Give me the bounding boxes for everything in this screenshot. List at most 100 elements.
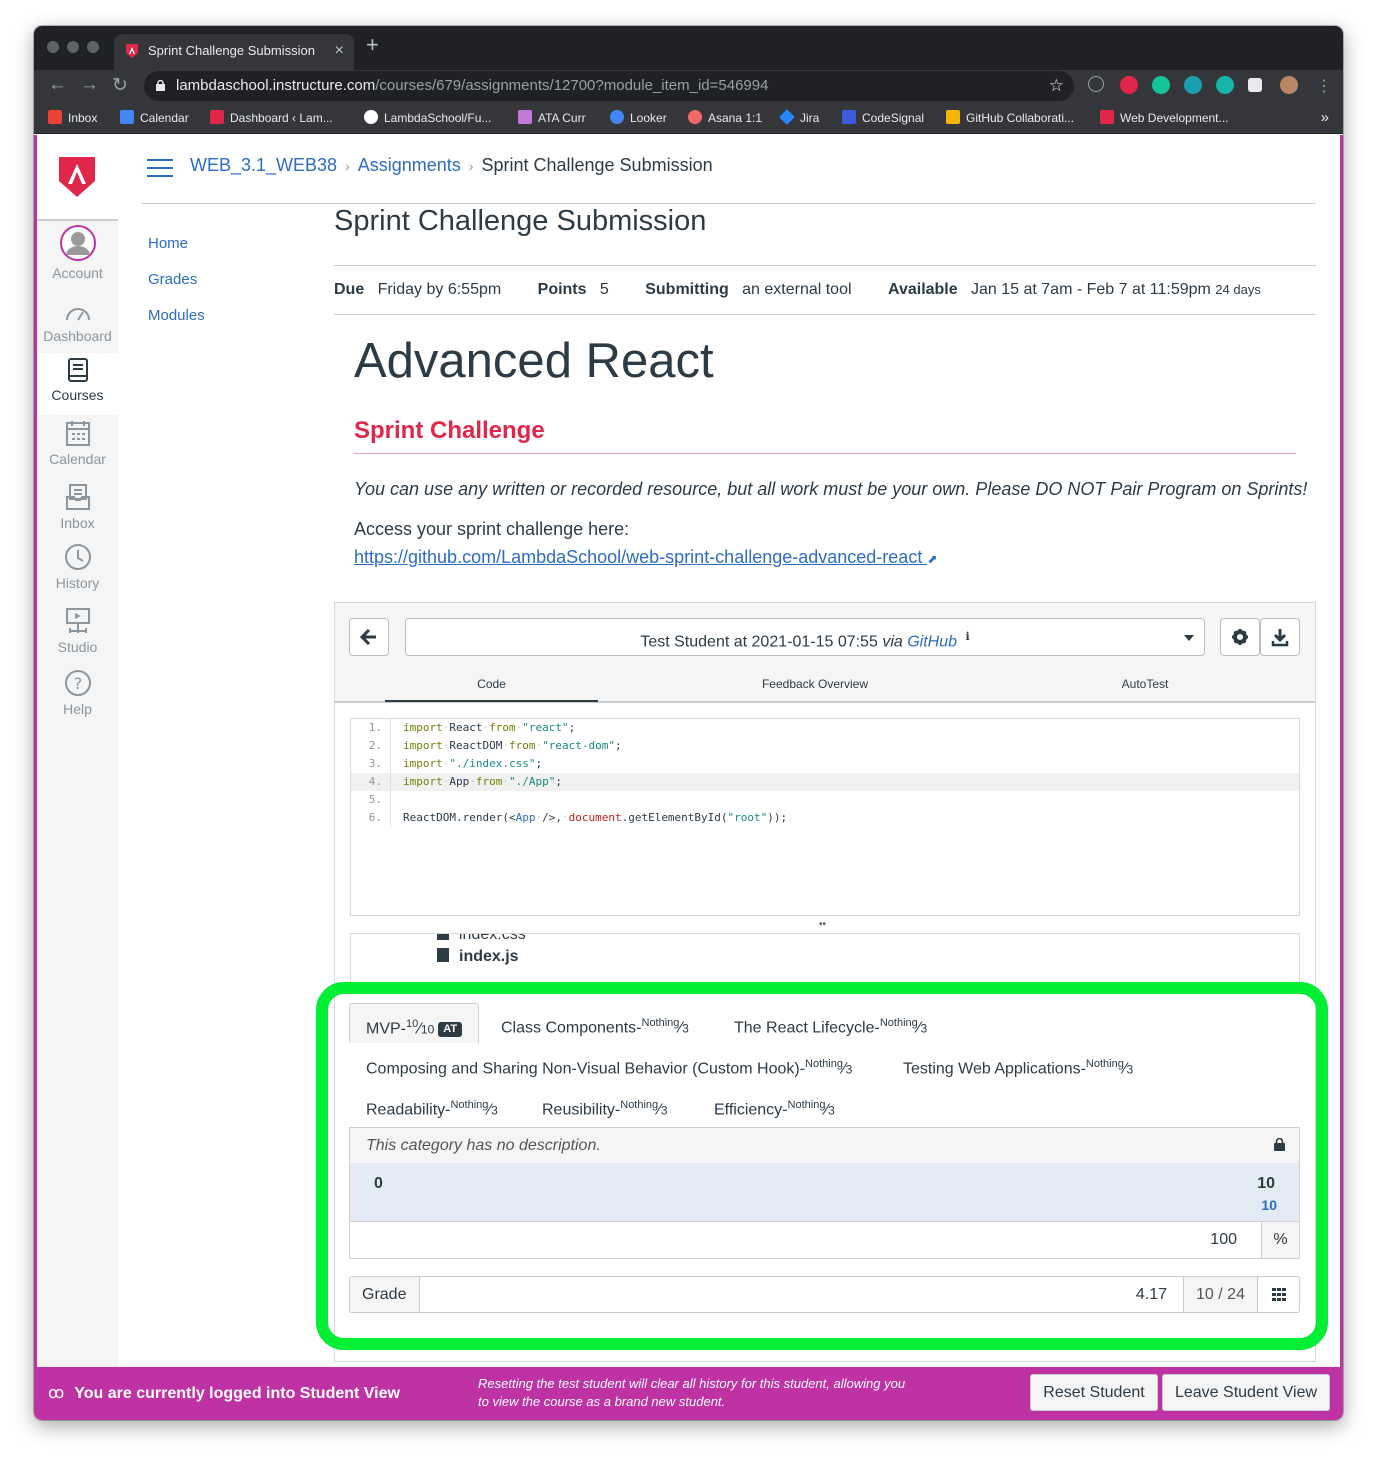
nav-studio[interactable]: Studio (37, 607, 118, 663)
available-value: Jan 15 at 7am - Feb 7 at 11:59pm (971, 281, 1211, 298)
forward-icon[interactable]: → (80, 74, 99, 96)
nav-calendar[interactable]: Calendar (37, 419, 118, 475)
code-token: ; (614, 739, 622, 752)
bookmark-star-icon[interactable]: ☆ (1049, 71, 1064, 101)
bookmark-item[interactable]: Dashboard ‹ Lam... (210, 102, 333, 134)
browser-tab[interactable]: Sprint Challenge Submission × (114, 34, 354, 70)
bookmark-item[interactable]: Inbox (48, 102, 97, 134)
canvas-logo-icon (59, 157, 95, 197)
course-nav-home[interactable]: Home (148, 235, 205, 253)
reload-icon[interactable]: ↻ (112, 74, 128, 97)
hamburger-menu-icon[interactable] (147, 159, 173, 177)
tab-autotest[interactable]: AutoTest (1055, 677, 1235, 691)
more-bookmarks-icon[interactable]: » (1321, 102, 1329, 134)
description-subheading: Sprint Challenge (354, 417, 545, 444)
gear-icon (1232, 629, 1248, 645)
bookmark-item[interactable]: Asana 1:1 (688, 102, 762, 134)
back-button[interactable] (349, 618, 389, 656)
tool-header: Test Student at 2021-01-15 07:55 via Git… (335, 603, 1315, 703)
file-item[interactable]: index.css (437, 934, 526, 944)
bookmark-item[interactable]: Jira (779, 102, 819, 134)
course-nav-modules[interactable]: Modules (148, 307, 205, 325)
lock-icon (156, 80, 165, 91)
nav-inbox[interactable]: Inbox (37, 483, 118, 539)
code-token: · (502, 739, 509, 752)
download-button[interactable] (1260, 618, 1300, 656)
m-extension-icon[interactable] (1216, 76, 1234, 94)
code-token: ReactDOM.render(< (403, 811, 516, 824)
close-window-dot[interactable] (47, 41, 59, 53)
profile-avatar-icon[interactable] (1280, 76, 1298, 94)
nav-account[interactable]: Account (37, 225, 118, 285)
points-label: Points (537, 281, 587, 298)
breadcrumb-assignments-link[interactable]: Assignments (358, 155, 461, 175)
submission-select[interactable]: Test Student at 2021-01-15 07:55 via Git… (405, 618, 1205, 656)
breadcrumb-course-link[interactable]: WEB_3.1_WEB38 (190, 155, 337, 175)
github-repo-link[interactable]: https://github.com/LambdaSchool/web-spri… (354, 547, 937, 568)
tab-code[interactable]: Code (385, 677, 598, 702)
code-token: · (469, 775, 476, 788)
codesignal-bookmark-icon (842, 110, 856, 124)
file-item[interactable]: index.js (437, 948, 519, 966)
new-tab-icon[interactable]: + (366, 32, 379, 58)
code-token: "root" (727, 811, 768, 824)
bookmark-item[interactable]: GitHub Collaborati... (946, 102, 1074, 134)
info-extension-icon[interactable] (1088, 76, 1104, 92)
bookmark-item[interactable]: Calendar (120, 102, 189, 134)
code-viewer: 1. import·React·from·"react"; 2. import·Rea… (350, 718, 1300, 916)
code-token: "react" (522, 721, 569, 734)
code-token: ; (555, 775, 562, 788)
external-link-icon: ⬈ (927, 552, 938, 566)
resize-handle[interactable]: •• (819, 919, 826, 930)
leave-student-view-button[interactable]: Leave Student View (1162, 1374, 1330, 1411)
nav-courses[interactable]: Courses (37, 353, 118, 415)
reset-student-button[interactable]: Reset Student (1030, 1374, 1158, 1411)
minimize-window-dot[interactable] (67, 41, 79, 53)
tab-feedback-overview[interactable]: Feedback Overview (715, 677, 915, 691)
nav-history[interactable]: History (37, 543, 118, 599)
glasses-icon: ꝏ (48, 1385, 65, 1402)
gmail-icon (48, 110, 62, 124)
extension-icon[interactable] (1184, 76, 1202, 94)
handshake-bookmark-icon (946, 110, 960, 124)
kebab-menu-icon[interactable]: ⋮ (1316, 76, 1332, 96)
info-icon[interactable]: ℹ (965, 631, 969, 643)
bookmark-item[interactable]: ATA Curr (518, 102, 586, 134)
code-token: import (403, 757, 443, 770)
puzzle-extensions-icon[interactable] (1248, 78, 1262, 92)
nav-courses-label: Courses (51, 387, 104, 403)
bookmark-item[interactable]: LambdaSchool/Fu... (364, 102, 491, 134)
settings-button[interactable] (1220, 618, 1260, 656)
adblock-extension-icon[interactable] (1120, 76, 1138, 94)
bookmark-item[interactable]: CodeSignal (842, 102, 924, 134)
line-number: 3. (351, 755, 391, 773)
nav-dashboard[interactable]: Dashboard (37, 300, 118, 352)
code-token: import (403, 775, 443, 788)
code-token: document (568, 811, 622, 824)
address-bar[interactable]: lambdaschool.instructure.com/courses/679… (144, 71, 1074, 101)
code-token: App (449, 775, 470, 788)
highlight-annotation (316, 982, 1328, 1350)
code-token: "./index.css" (449, 757, 536, 770)
breadcrumb-separator: › (468, 158, 474, 174)
line-number: 5. (351, 791, 391, 809)
page-title: Sprint Challenge Submission (334, 205, 707, 237)
bookmarks-bar: Inbox Calendar Dashboard ‹ Lam... Lambda… (34, 102, 1343, 134)
submission-label: Test Student at 2021-01-15 07:55 (640, 633, 878, 651)
code-token: "react-dom" (542, 739, 615, 752)
back-icon[interactable]: ← (48, 74, 67, 96)
code-token: from (475, 775, 503, 788)
close-tab-icon[interactable]: × (335, 34, 344, 68)
canvas-logo-link[interactable] (37, 135, 118, 221)
dashboard-icon (65, 308, 90, 321)
grammarly-extension-icon[interactable] (1152, 76, 1170, 94)
zoom-window-dot[interactable] (87, 41, 99, 53)
bookmark-item[interactable]: Looker (610, 102, 667, 134)
breadcrumb-current: Sprint Challenge Submission (481, 155, 713, 175)
nav-help[interactable]: ? Help (37, 669, 118, 725)
code-line: 6. ReactDOM.render(<App·/>,·document.getE… (351, 809, 1299, 827)
course-nav-grades[interactable]: Grades (148, 271, 205, 289)
code-token: ; (535, 757, 543, 770)
description-note: You can use any written or recorded reso… (354, 479, 1308, 499)
bookmark-item[interactable]: Web Development... (1100, 102, 1229, 134)
